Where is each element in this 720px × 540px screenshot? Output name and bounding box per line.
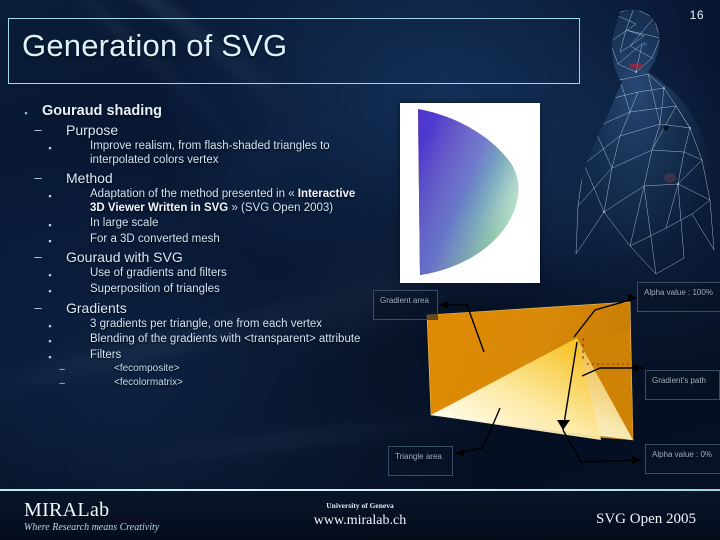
outline-text: 3 gradients per triangle, one from each … — [90, 317, 323, 330]
outline-item-method: – Method — [10, 170, 370, 186]
outline-item-use-gradients: ▪ Use of gradients and filters — [10, 267, 370, 281]
outline-text: Use of gradients and filters — [90, 267, 227, 280]
outline-item-gouraud-with-svg: – Gouraud with SVG — [10, 249, 370, 265]
label-alpha-value-0: Alpha value : 0% — [645, 444, 720, 474]
bullet-marker-level1: ▪ — [24, 108, 28, 118]
adaptation-suffix: » (SVG Open 2003) — [228, 201, 334, 214]
slide-canvas: 16 Generation of SVG ▪ Gouraud shading –… — [0, 0, 720, 540]
label-alpha-value-100: Alpha value : 100% — [637, 282, 720, 312]
label-gradient-area: Gradient area — [373, 290, 438, 320]
slide-number: 16 — [689, 8, 704, 22]
slide-body-outline: ▪ Gouraud shading – Purpose ▪ Improve re… — [10, 103, 370, 389]
footer-event: SVG Open 2005 — [596, 511, 696, 527]
outline-item-filters: ▪ Filters — [10, 349, 370, 363]
bullet-marker-level3: ▪ — [48, 270, 52, 281]
bullet-marker-level3: ▪ — [48, 235, 52, 246]
outline-item-three-gradients: ▪ 3 gradients per triangle, one from eac… — [10, 318, 370, 332]
outline-text: Superposition of triangles — [90, 282, 220, 295]
outline-text: Gradients — [66, 299, 127, 316]
outline-item-adaptation: ▪ Adaptation of the method presented in … — [10, 188, 370, 215]
bullet-marker-level2: – — [34, 249, 42, 265]
bullet-marker-level3: ▪ — [48, 220, 52, 231]
bullet-marker-level2: – — [34, 170, 42, 186]
outline-item-improve-realism: ▪ Improve realism, from flash-shaded tri… — [10, 140, 370, 167]
slide-footer: MIRALab Where Research means Creativity … — [0, 491, 720, 540]
outline-item-fecomposite: – <fecomposite> — [10, 363, 370, 376]
outline-item-superposition: ▪ Superposition of triangles — [10, 283, 370, 297]
label-triangle-area: Triangle area — [388, 446, 453, 476]
outline-item-gouraud-shading: ▪ Gouraud shading — [10, 103, 370, 119]
outline-text-rich: Adaptation of the method presented in « … — [90, 188, 370, 215]
page-title: Generation of SVG — [22, 28, 288, 63]
bullet-marker-level3: ▪ — [48, 143, 52, 153]
bullet-marker-level3: ▪ — [48, 351, 52, 362]
outline-text: Method — [66, 170, 113, 187]
bullet-marker-level2: – — [34, 122, 42, 137]
outline-text: Filters — [90, 348, 122, 361]
outline-text: In large scale — [90, 217, 159, 230]
label-gradient-path: Gradient's path — [645, 370, 720, 400]
outline-item-purpose: – Purpose — [10, 122, 370, 138]
bullet-marker-level3: ▪ — [48, 336, 52, 347]
bullet-marker-level2: – — [34, 299, 42, 315]
bullet-marker-level4: – — [59, 377, 65, 389]
outline-text: Blending of the gradients with <transpar… — [90, 333, 361, 346]
outline-text: Purpose — [66, 122, 119, 138]
outline-item-blending: ▪ Blending of the gradients with <transp… — [10, 333, 370, 347]
bullet-marker-level3: ▪ — [48, 285, 52, 296]
outline-text: <fecolormatrix> — [114, 376, 183, 388]
outline-item-large-scale: ▪ In large scale — [10, 217, 370, 231]
outline-item-converted-mesh: ▪ For a 3D converted mesh — [10, 233, 370, 247]
outline-item-fecolormatrix: – <fecolormatrix> — [10, 377, 370, 390]
bullet-marker-level3: ▪ — [48, 320, 52, 331]
gouraud-shaded-triangle-image — [400, 103, 540, 283]
footer-university: University of Geneva — [326, 501, 394, 510]
outline-text: <fecomposite> — [114, 363, 180, 375]
outline-text: Gouraud with SVG — [66, 249, 183, 266]
bullet-marker-level4: – — [59, 364, 65, 376]
outline-text: Gouraud shading — [42, 103, 163, 119]
adaptation-prefix: Adaptation of the method presented in « — [90, 188, 298, 201]
bullet-marker-level3: ▪ — [48, 191, 52, 202]
outline-text: For a 3D converted mesh — [90, 232, 220, 245]
gradient-triangle-diagram: Gradient area Alpha value : 100% Gradien… — [355, 280, 720, 485]
outline-text: Improve realism, from flash-shaded trian… — [90, 140, 330, 166]
outline-item-gradients: – Gradients — [10, 300, 370, 316]
wireframe-mesh-human-figure — [573, 9, 718, 300]
